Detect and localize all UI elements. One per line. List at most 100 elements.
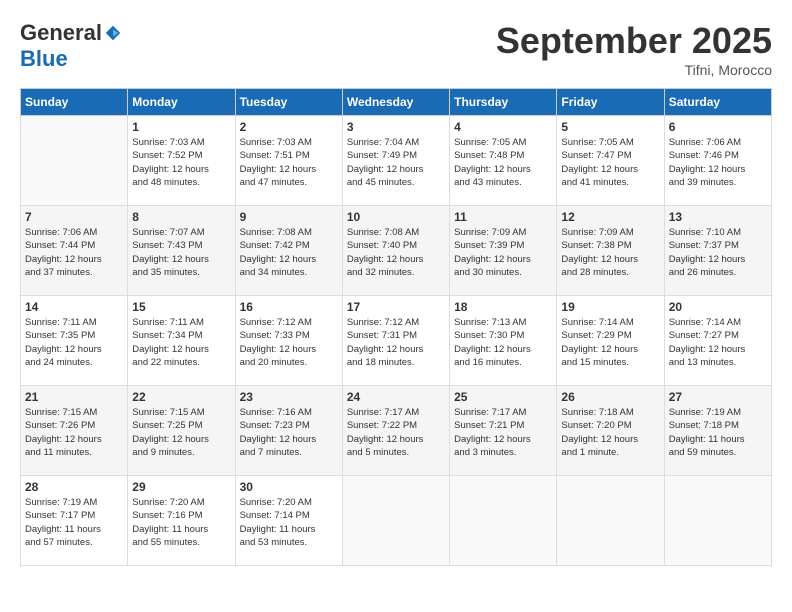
day-info: Sunrise: 7:04 AM Sunset: 7:49 PM Dayligh… <box>347 136 445 189</box>
calendar-week-row: 28 Sunrise: 7:19 AM Sunset: 7:17 PM Dayli… <box>21 476 772 566</box>
calendar-cell: 1 Sunrise: 7:03 AM Sunset: 7:52 PM Daylig… <box>128 116 235 206</box>
day-number: 14 <box>25 300 123 314</box>
month-title: September 2025 <box>496 20 772 62</box>
day-number: 8 <box>132 210 230 224</box>
calendar-cell <box>342 476 449 566</box>
day-number: 13 <box>669 210 767 224</box>
calendar-cell: 19 Sunrise: 7:14 AM Sunset: 7:29 PM Dayli… <box>557 296 664 386</box>
day-number: 5 <box>561 120 659 134</box>
calendar-cell: 30 Sunrise: 7:20 AM Sunset: 7:14 PM Dayli… <box>235 476 342 566</box>
day-info: Sunrise: 7:05 AM Sunset: 7:47 PM Dayligh… <box>561 136 659 189</box>
day-info: Sunrise: 7:06 AM Sunset: 7:44 PM Dayligh… <box>25 226 123 279</box>
calendar-cell: 21 Sunrise: 7:15 AM Sunset: 7:26 PM Dayli… <box>21 386 128 476</box>
calendar-cell: 17 Sunrise: 7:12 AM Sunset: 7:31 PM Dayli… <box>342 296 449 386</box>
calendar-header-saturday: Saturday <box>664 89 771 116</box>
day-number: 30 <box>240 480 338 494</box>
day-info: Sunrise: 7:20 AM Sunset: 7:14 PM Dayligh… <box>240 496 338 549</box>
day-number: 7 <box>25 210 123 224</box>
day-number: 21 <box>25 390 123 404</box>
day-number: 6 <box>669 120 767 134</box>
day-info: Sunrise: 7:14 AM Sunset: 7:29 PM Dayligh… <box>561 316 659 369</box>
day-info: Sunrise: 7:13 AM Sunset: 7:30 PM Dayligh… <box>454 316 552 369</box>
day-info: Sunrise: 7:17 AM Sunset: 7:21 PM Dayligh… <box>454 406 552 459</box>
calendar-cell: 15 Sunrise: 7:11 AM Sunset: 7:34 PM Dayli… <box>128 296 235 386</box>
calendar-header-wednesday: Wednesday <box>342 89 449 116</box>
calendar-cell: 8 Sunrise: 7:07 AM Sunset: 7:43 PM Daylig… <box>128 206 235 296</box>
logo: General Blue <box>20 20 122 72</box>
day-info: Sunrise: 7:09 AM Sunset: 7:38 PM Dayligh… <box>561 226 659 279</box>
day-info: Sunrise: 7:11 AM Sunset: 7:35 PM Dayligh… <box>25 316 123 369</box>
day-info: Sunrise: 7:15 AM Sunset: 7:25 PM Dayligh… <box>132 406 230 459</box>
calendar-header-row: SundayMondayTuesdayWednesdayThursdayFrid… <box>21 89 772 116</box>
calendar-header-monday: Monday <box>128 89 235 116</box>
calendar-cell <box>664 476 771 566</box>
calendar-table: SundayMondayTuesdayWednesdayThursdayFrid… <box>20 88 772 566</box>
day-number: 4 <box>454 120 552 134</box>
calendar-cell: 3 Sunrise: 7:04 AM Sunset: 7:49 PM Daylig… <box>342 116 449 206</box>
day-number: 24 <box>347 390 445 404</box>
calendar-cell: 25 Sunrise: 7:17 AM Sunset: 7:21 PM Dayli… <box>450 386 557 476</box>
calendar-cell <box>450 476 557 566</box>
calendar-header-thursday: Thursday <box>450 89 557 116</box>
calendar-cell: 24 Sunrise: 7:17 AM Sunset: 7:22 PM Dayli… <box>342 386 449 476</box>
day-number: 1 <box>132 120 230 134</box>
calendar-cell: 4Sunrise: 7:05 AM Sunset: 7:48 PM Daylig… <box>450 116 557 206</box>
calendar-cell: 13 Sunrise: 7:10 AM Sunset: 7:37 PM Dayli… <box>664 206 771 296</box>
calendar-cell: 14 Sunrise: 7:11 AM Sunset: 7:35 PM Dayli… <box>21 296 128 386</box>
calendar-cell <box>557 476 664 566</box>
calendar-cell: 5 Sunrise: 7:05 AM Sunset: 7:47 PM Daylig… <box>557 116 664 206</box>
day-number: 26 <box>561 390 659 404</box>
day-number: 2 <box>240 120 338 134</box>
calendar-week-row: 7 Sunrise: 7:06 AM Sunset: 7:44 PM Daylig… <box>21 206 772 296</box>
calendar-cell: 7 Sunrise: 7:06 AM Sunset: 7:44 PM Daylig… <box>21 206 128 296</box>
day-info: Sunrise: 7:20 AM Sunset: 7:16 PM Dayligh… <box>132 496 230 549</box>
day-info: Sunrise: 7:12 AM Sunset: 7:31 PM Dayligh… <box>347 316 445 369</box>
day-number: 10 <box>347 210 445 224</box>
calendar-cell <box>21 116 128 206</box>
day-info: Sunrise: 7:19 AM Sunset: 7:18 PM Dayligh… <box>669 406 767 459</box>
calendar-cell: 18 Sunrise: 7:13 AM Sunset: 7:30 PM Dayli… <box>450 296 557 386</box>
day-info: Sunrise: 7:15 AM Sunset: 7:26 PM Dayligh… <box>25 406 123 459</box>
day-info: Sunrise: 7:08 AM Sunset: 7:40 PM Dayligh… <box>347 226 445 279</box>
logo-blue-text: Blue <box>20 46 68 71</box>
calendar-header-tuesday: Tuesday <box>235 89 342 116</box>
day-number: 12 <box>561 210 659 224</box>
calendar-cell: 9Sunrise: 7:08 AM Sunset: 7:42 PM Daylig… <box>235 206 342 296</box>
day-number: 20 <box>669 300 767 314</box>
day-number: 25 <box>454 390 552 404</box>
logo-icon <box>104 24 122 42</box>
day-number: 17 <box>347 300 445 314</box>
day-info: Sunrise: 7:10 AM Sunset: 7:37 PM Dayligh… <box>669 226 767 279</box>
day-number: 29 <box>132 480 230 494</box>
calendar-week-row: 21 Sunrise: 7:15 AM Sunset: 7:26 PM Dayli… <box>21 386 772 476</box>
calendar-cell: 26 Sunrise: 7:18 AM Sunset: 7:20 PM Dayli… <box>557 386 664 476</box>
day-number: 19 <box>561 300 659 314</box>
calendar-week-row: 1 Sunrise: 7:03 AM Sunset: 7:52 PM Daylig… <box>21 116 772 206</box>
calendar-cell: 11Sunrise: 7:09 AM Sunset: 7:39 PM Dayli… <box>450 206 557 296</box>
day-number: 27 <box>669 390 767 404</box>
calendar-cell: 2Sunrise: 7:03 AM Sunset: 7:51 PM Daylig… <box>235 116 342 206</box>
day-info: Sunrise: 7:11 AM Sunset: 7:34 PM Dayligh… <box>132 316 230 369</box>
day-info: Sunrise: 7:14 AM Sunset: 7:27 PM Dayligh… <box>669 316 767 369</box>
day-number: 3 <box>347 120 445 134</box>
calendar-cell: 29 Sunrise: 7:20 AM Sunset: 7:16 PM Dayli… <box>128 476 235 566</box>
calendar-cell: 6Sunrise: 7:06 AM Sunset: 7:46 PM Daylig… <box>664 116 771 206</box>
day-info: Sunrise: 7:17 AM Sunset: 7:22 PM Dayligh… <box>347 406 445 459</box>
day-number: 15 <box>132 300 230 314</box>
day-info: Sunrise: 7:19 AM Sunset: 7:17 PM Dayligh… <box>25 496 123 549</box>
calendar-cell: 22Sunrise: 7:15 AM Sunset: 7:25 PM Dayli… <box>128 386 235 476</box>
location: Tifni, Morocco <box>496 62 772 78</box>
day-number: 28 <box>25 480 123 494</box>
day-info: Sunrise: 7:07 AM Sunset: 7:43 PM Dayligh… <box>132 226 230 279</box>
day-number: 18 <box>454 300 552 314</box>
day-info: Sunrise: 7:03 AM Sunset: 7:52 PM Dayligh… <box>132 136 230 189</box>
day-info: Sunrise: 7:12 AM Sunset: 7:33 PM Dayligh… <box>240 316 338 369</box>
calendar-header-friday: Friday <box>557 89 664 116</box>
day-info: Sunrise: 7:16 AM Sunset: 7:23 PM Dayligh… <box>240 406 338 459</box>
calendar-cell: 20 Sunrise: 7:14 AM Sunset: 7:27 PM Dayli… <box>664 296 771 386</box>
day-number: 11 <box>454 210 552 224</box>
calendar-header-sunday: Sunday <box>21 89 128 116</box>
day-info: Sunrise: 7:18 AM Sunset: 7:20 PM Dayligh… <box>561 406 659 459</box>
page-header: General Blue September 2025 Tifni, Moroc… <box>20 20 772 78</box>
calendar-cell: 10 Sunrise: 7:08 AM Sunset: 7:40 PM Dayli… <box>342 206 449 296</box>
